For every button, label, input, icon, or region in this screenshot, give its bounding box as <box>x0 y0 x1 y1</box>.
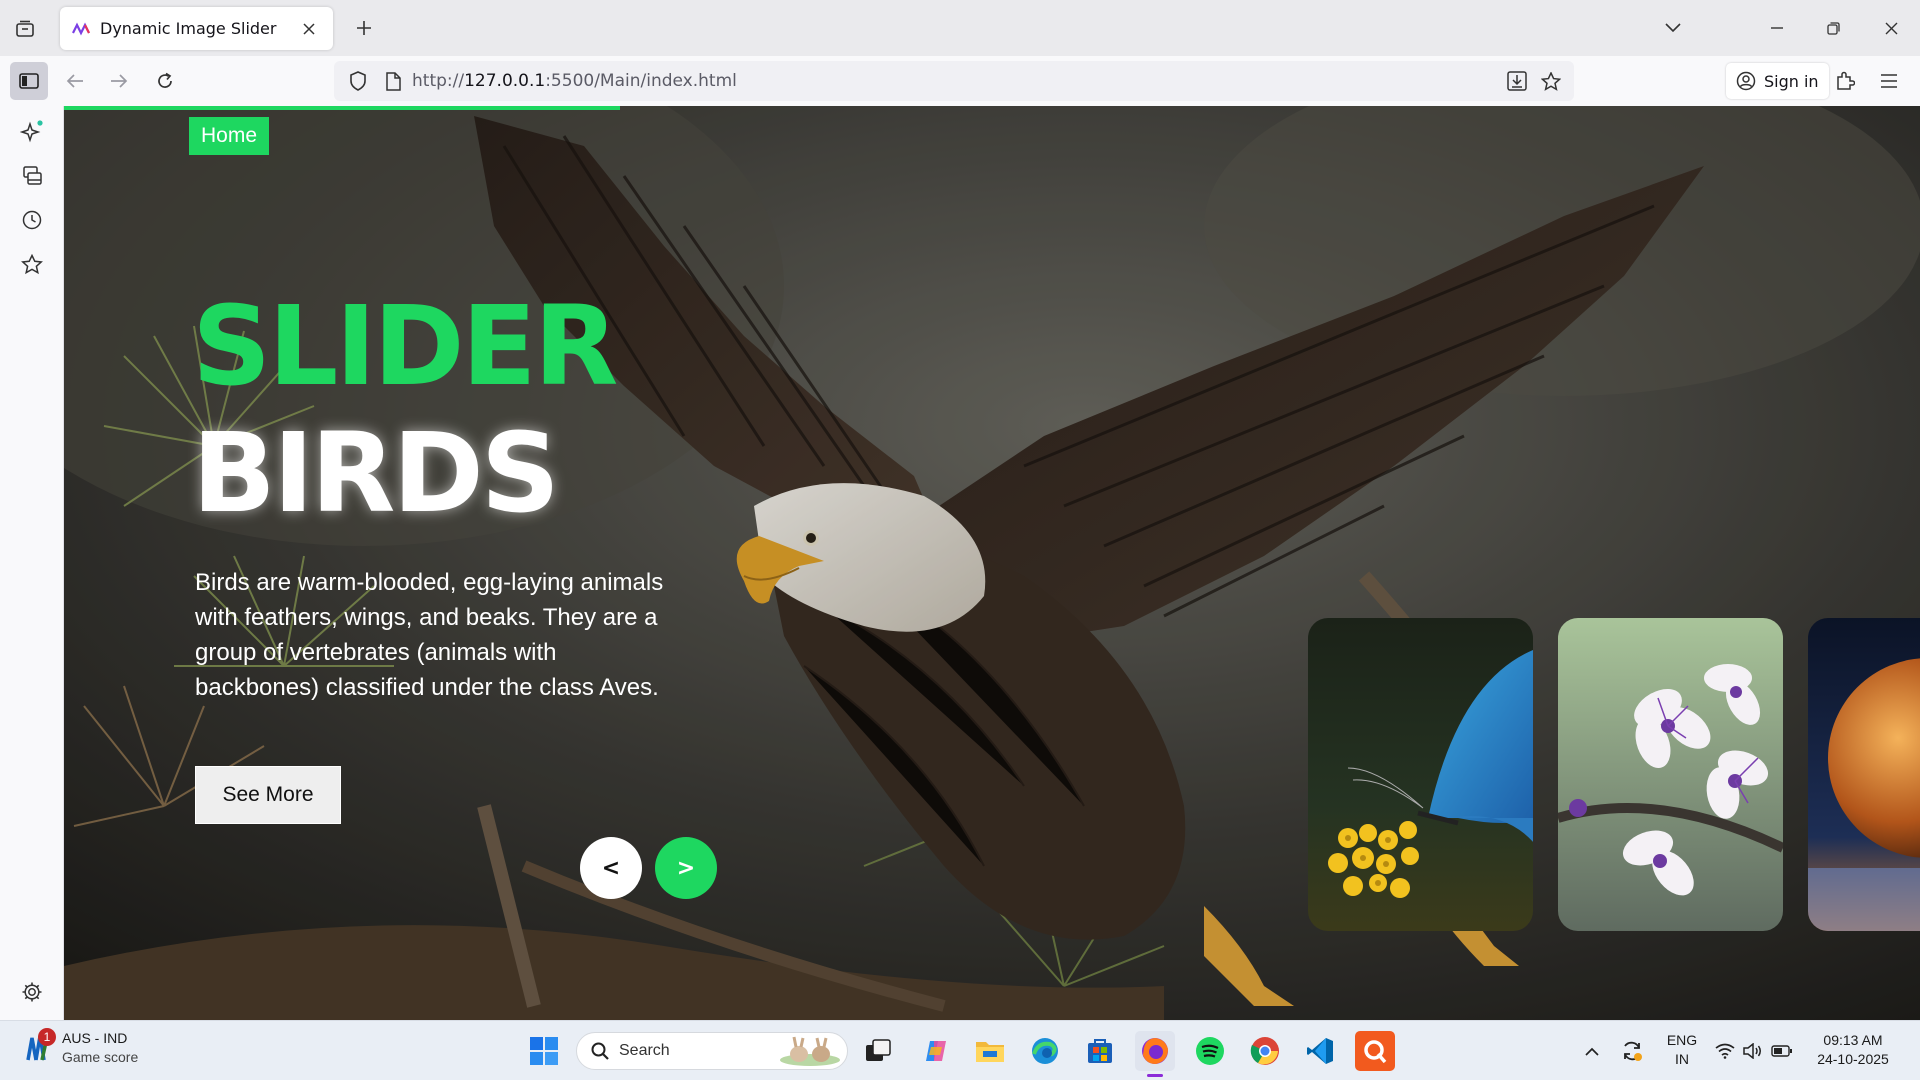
settings-gear-icon[interactable] <box>16 976 48 1008</box>
quick-settings-button[interactable] <box>1708 1031 1800 1071</box>
browser-tab-bar: Dynamic Image Slider <box>0 0 1920 56</box>
region-code: IN <box>1675 1051 1689 1067</box>
windows-taskbar: 1 AUS - IND Game score Search ENG IN 09:… <box>0 1020 1920 1080</box>
app-menu-icon[interactable] <box>1870 62 1908 100</box>
home-nav-link[interactable]: Home <box>189 117 270 155</box>
ai-chatbot-sparkle-icon[interactable] <box>16 116 48 148</box>
url-host: 127.0.0.1 <box>464 71 546 91</box>
page-document-icon <box>382 71 404 91</box>
browser-nav-bar: http://127.0.0.1:5500/Main/index.html Si… <box>0 56 1920 106</box>
system-clock[interactable]: 09:13 AM 24-10-2025 <box>1808 1031 1898 1069</box>
slide-title-line1: SLIDER <box>192 282 618 410</box>
thumbnail-planet[interactable] <box>1808 618 1920 931</box>
thumbnail-butterfly[interactable] <box>1308 618 1533 931</box>
url-scheme: http:// <box>412 71 465 91</box>
new-tab-icon[interactable] <box>348 12 380 44</box>
tab-title: Dynamic Image Slider <box>100 19 277 38</box>
live-server-favicon-icon <box>72 22 90 35</box>
clock-date: 24-10-2025 <box>1817 1051 1889 1067</box>
widget-title: AUS - IND <box>62 1030 128 1046</box>
chevron-left-icon: < <box>601 855 621 881</box>
edge-browser-icon[interactable] <box>1025 1031 1065 1071</box>
tracking-protection-shield-icon[interactable] <box>344 71 372 91</box>
input-language-indicator[interactable]: ENG IN <box>1664 1031 1700 1069</box>
taskbar-search-box[interactable]: Search <box>576 1032 848 1070</box>
search-icon <box>591 1042 609 1060</box>
spotify-icon[interactable] <box>1190 1031 1230 1071</box>
search-highlight-bunnies-icon <box>780 1036 840 1066</box>
tab-list-icon[interactable] <box>10 14 40 44</box>
microsoft-store-icon[interactable] <box>1080 1031 1120 1071</box>
wifi-icon <box>1715 1043 1735 1059</box>
clock-time: 09:13 AM <box>1823 1032 1883 1048</box>
language-code: ENG <box>1666 1032 1698 1048</box>
search-label: Search <box>619 1042 670 1059</box>
copilot-icon[interactable] <box>916 1031 956 1071</box>
qbittorrent-icon[interactable] <box>1355 1031 1395 1071</box>
next-slide-button[interactable]: > <box>655 837 717 899</box>
download-page-icon[interactable] <box>1500 71 1534 91</box>
url-path: :5500/Main/index.html <box>545 71 737 91</box>
minimize-icon[interactable] <box>1758 10 1796 46</box>
thumbnail-blossoms[interactable] <box>1558 618 1783 931</box>
show-hidden-icons-chevron-icon[interactable] <box>1572 1031 1612 1071</box>
sign-in-label: Sign in <box>1764 71 1819 91</box>
extensions-icon[interactable] <box>1826 62 1864 100</box>
widgets-button[interactable]: 1 AUS - IND Game score <box>22 1028 139 1067</box>
bookmarks-star-icon[interactable] <box>16 248 48 280</box>
browser-sidebar <box>0 106 64 1020</box>
reload-icon[interactable] <box>146 62 184 100</box>
back-icon[interactable] <box>56 62 94 100</box>
see-more-button[interactable]: See More <box>195 766 341 824</box>
slide-description: Birds are warm-blooded, egg-laying anima… <box>195 569 664 701</box>
sidebar-toggle-icon[interactable] <box>10 62 48 100</box>
history-clock-icon[interactable] <box>16 204 48 236</box>
cricket-score-icon: 1 <box>22 1028 56 1064</box>
slide-title-line2: BIRDS <box>192 409 560 537</box>
battery-icon <box>1771 1045 1792 1057</box>
prev-slide-button[interactable]: < <box>580 837 642 899</box>
file-explorer-icon[interactable] <box>970 1031 1010 1071</box>
widget-subtitle: Game score <box>62 1049 139 1065</box>
address-bar[interactable]: http://127.0.0.1:5500/Main/index.html <box>334 61 1574 101</box>
url-text[interactable]: http://127.0.0.1:5500/Main/index.html <box>412 71 737 91</box>
sync-update-icon[interactable] <box>1612 1031 1652 1071</box>
task-view-icon[interactable] <box>858 1031 898 1071</box>
sign-in-button[interactable]: Sign in <box>1726 63 1829 99</box>
volume-icon <box>1743 1043 1761 1059</box>
forward-icon[interactable] <box>100 62 138 100</box>
restore-icon[interactable] <box>1814 10 1852 46</box>
bookmark-star-icon[interactable] <box>1534 71 1568 91</box>
account-icon <box>1736 71 1756 91</box>
autoplay-progress-bar <box>64 106 620 110</box>
firefox-icon[interactable] <box>1135 1031 1175 1077</box>
score-notification-badge: 1 <box>38 1028 56 1046</box>
windows-start-icon[interactable] <box>524 1031 564 1071</box>
close-tab-icon[interactable] <box>297 17 321 41</box>
chrome-icon[interactable] <box>1245 1031 1285 1071</box>
tab-dynamic-image-slider[interactable]: Dynamic Image Slider <box>60 7 333 50</box>
slider-page: Home SLIDER BIRDS Birds are warm-blooded… <box>64 106 1920 1020</box>
tab-overflow-chevron-icon[interactable] <box>1654 10 1692 46</box>
vscode-icon[interactable] <box>1300 1031 1340 1071</box>
close-window-icon[interactable] <box>1872 10 1910 46</box>
synced-tabs-icon[interactable] <box>16 160 48 192</box>
chevron-right-icon: > <box>676 855 696 881</box>
active-app-indicator <box>1147 1074 1163 1077</box>
